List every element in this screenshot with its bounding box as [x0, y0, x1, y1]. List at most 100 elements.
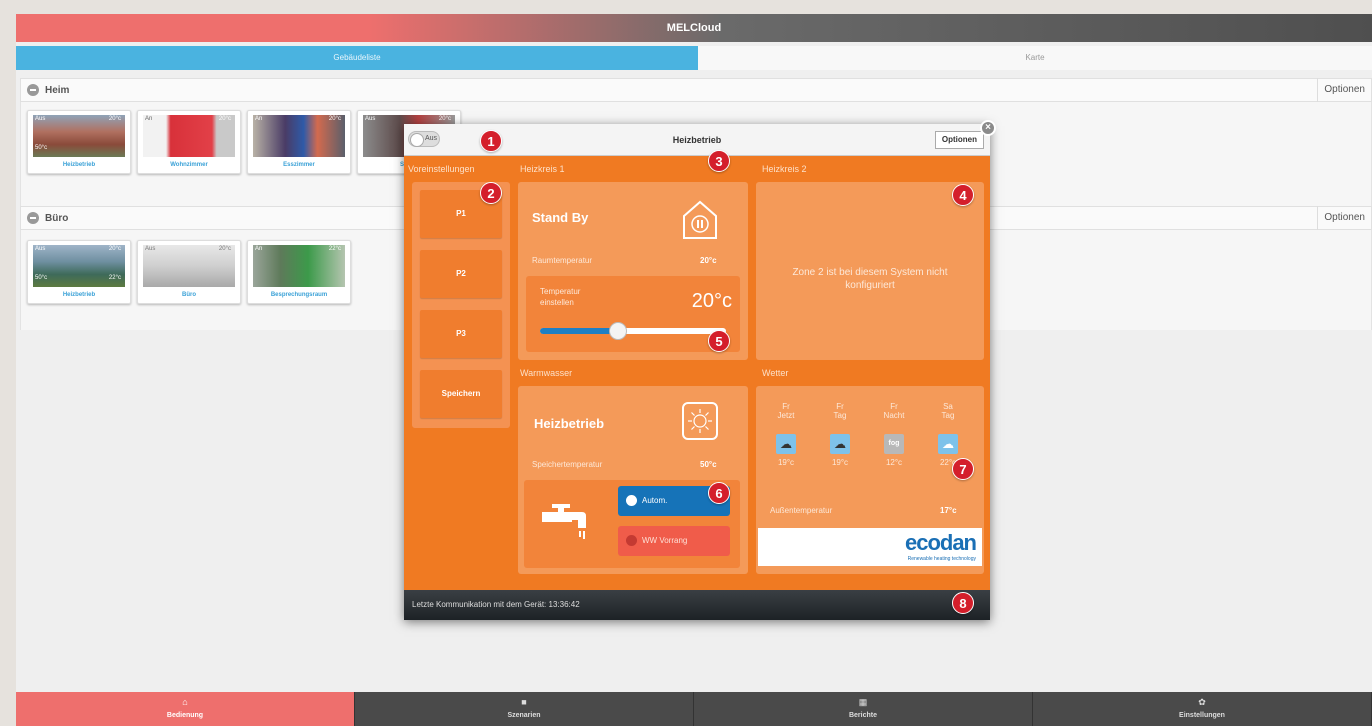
nav-berichte[interactable]: ▦ Berichte	[694, 692, 1033, 726]
close-icon[interactable]: ×	[980, 120, 996, 136]
device-water-temp-2: 22°c	[108, 275, 121, 281]
zone2-label: Heizkreis 2	[762, 164, 807, 174]
preset-p3-button[interactable]: P3	[420, 310, 502, 358]
group-options-button[interactable]: Optionen	[1317, 206, 1371, 230]
preset-p2-button[interactable]: P2	[420, 250, 502, 298]
temperature-slider[interactable]	[540, 322, 726, 340]
device-card[interactable]: Aus 20°c 50°c Heizbetrieb	[27, 110, 131, 174]
grid-icon: ▦	[858, 697, 868, 707]
nav-label: Berichte	[848, 712, 877, 719]
callout-marker: 1	[480, 130, 502, 152]
water-state: Heizbetrieb	[534, 416, 605, 431]
device-temp: 20°c	[218, 246, 231, 252]
forecast-day: Sa	[943, 402, 953, 411]
tab-building-list[interactable]: Gebäudeliste	[16, 46, 698, 70]
house-standby-icon[interactable]	[680, 198, 720, 242]
forecast-temp: 19°c	[831, 458, 849, 467]
device-card[interactable]: An 20°c Esszimmer	[247, 110, 351, 174]
device-temp: 20°c	[108, 246, 121, 252]
forecast-day: Fr	[836, 402, 844, 411]
radio-on-icon	[626, 495, 637, 506]
forecast-day: Fr	[890, 402, 898, 411]
home-icon: ⌂	[182, 697, 188, 707]
group-header-heim[interactable]: Heim Optionen	[20, 78, 1372, 102]
video-icon: ■	[521, 697, 527, 707]
device-card[interactable]: An 22°c Besprechungsraum	[247, 240, 351, 304]
radio-off-icon	[626, 535, 637, 546]
room-temp-label: Raumtemperatur	[532, 256, 593, 265]
device-card[interactable]: An 20°c Wohnzimmer	[137, 110, 241, 174]
tap-icon	[538, 502, 590, 542]
rain-cloud-icon: ☁	[776, 434, 796, 454]
gear-icon: ✿	[1198, 697, 1206, 707]
forecast-col: Fr Nacht fog 12°c	[870, 402, 918, 467]
device-name: Büro	[182, 292, 196, 298]
device-name: Wohnzimmer	[170, 162, 208, 168]
presets-panel: P1 P2 P3 Speichern	[412, 182, 510, 428]
device-status: Aus	[365, 116, 376, 122]
device-card[interactable]: Aus 20°c 50°c 22°c Heizbetrieb	[27, 240, 131, 304]
nav-bedienung[interactable]: ⌂ Bedienung	[16, 692, 355, 726]
weather-label: Wetter	[762, 368, 789, 378]
nav-label: Szenarien	[507, 712, 541, 719]
forecast-temp: 12°c	[885, 458, 903, 467]
nav-szenarien[interactable]: ■ Szenarien	[355, 692, 694, 726]
slider-handle[interactable]	[609, 322, 628, 340]
device-name: Besprechungsraum	[270, 292, 328, 298]
zone1-label: Heizkreis 1	[520, 164, 565, 174]
group-name: Heim	[45, 84, 70, 96]
nav-label: Bedienung	[166, 712, 204, 719]
sun-icon[interactable]	[682, 402, 718, 440]
brand-name: ecodan	[904, 530, 977, 555]
forecast-time: Tag	[833, 411, 847, 420]
zone2-panel: Zone 2 ist bei diesem System nicht konfi…	[756, 182, 984, 360]
bottom-nav: ⌂ Bedienung ■ Szenarien ▦ Berichte ✿ Ein…	[16, 692, 1372, 726]
device-name: Heizbetrieb	[62, 292, 96, 298]
tab-map[interactable]: Karte	[698, 46, 1372, 70]
callout-marker: 8	[952, 592, 974, 614]
nav-label: Einstellungen	[1179, 712, 1225, 719]
last-communication: Letzte Kommunikation mit dem Gerät: 13:3…	[404, 590, 990, 620]
callout-marker: 5	[708, 330, 730, 352]
device-name: Esszimmer	[283, 162, 315, 168]
group-options-button[interactable]: Optionen	[1317, 78, 1371, 102]
device-name: Heizbetrieb	[62, 162, 96, 168]
callout-marker: 6	[708, 482, 730, 504]
forecast-temp: 19°c	[777, 458, 795, 467]
tank-temp-label: Speichertemperatur	[532, 460, 603, 469]
priority-mode-label: WW Vorrang	[642, 536, 688, 545]
callout-marker: 7	[952, 458, 974, 480]
room-temp-value: 20°c	[700, 256, 717, 265]
auto-mode-label: Autom.	[642, 496, 668, 505]
device-temp: 20°c	[108, 116, 121, 122]
device-status: Aus	[35, 116, 46, 122]
app-title: MELCloud	[16, 14, 1372, 42]
rain-cloud-icon: ☁	[830, 434, 850, 454]
forecast-col: Fr Jetzt ☁ 19°c	[762, 402, 810, 467]
group-name: Büro	[45, 212, 69, 224]
dialog-options-button[interactable]: Optionen	[934, 131, 984, 149]
forecast-day: Fr	[782, 402, 790, 411]
tank-temp-value: 50°c	[700, 460, 717, 469]
nav-einstellungen[interactable]: ✿ Einstellungen	[1033, 692, 1372, 726]
fog-icon: fog	[884, 434, 904, 454]
forecast-time: Jetzt	[777, 411, 795, 420]
callout-marker: 2	[480, 182, 502, 204]
zone1-state: Stand By	[532, 210, 589, 225]
forecast-col: Fr Tag ☁ 19°c	[816, 402, 864, 467]
device-status: An	[255, 246, 263, 252]
slider-fill	[540, 328, 619, 334]
device-temp: 22°c	[328, 246, 341, 252]
forecast-time: Nacht	[883, 411, 905, 420]
device-card[interactable]: Aus 20°c Büro	[137, 240, 241, 304]
zone2-message: Zone 2 ist bei diesem System nicht konfi…	[792, 267, 948, 291]
save-preset-button[interactable]: Speichern	[420, 370, 502, 418]
device-temp: 20°c	[218, 116, 231, 122]
priority-mode-button[interactable]: WW Vorrang	[618, 526, 730, 556]
forecast-time: Tag	[941, 411, 955, 420]
ecodan-logo: ecodan Renewable heating technology	[758, 528, 982, 566]
collapse-icon[interactable]	[27, 84, 39, 96]
device-status: Aus	[35, 246, 46, 252]
device-status: An	[145, 116, 153, 122]
collapse-icon[interactable]	[27, 212, 39, 224]
